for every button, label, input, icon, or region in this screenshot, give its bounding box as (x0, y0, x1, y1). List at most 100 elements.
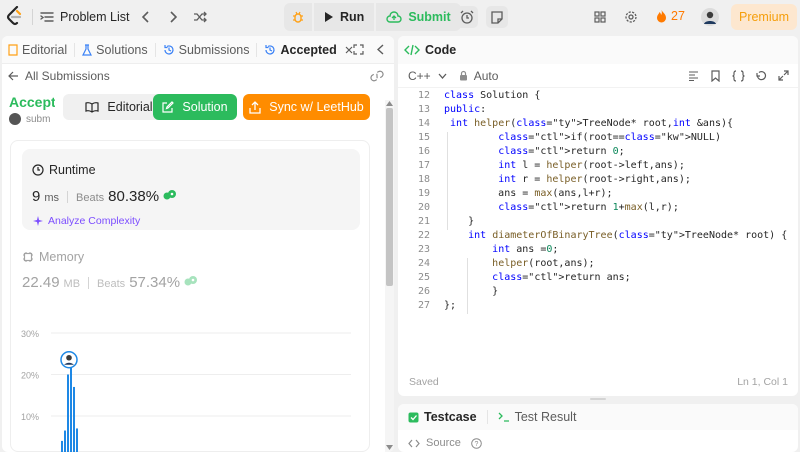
source-toggle[interactable]: Source ? (408, 437, 482, 449)
memory-value: 22.49 MB Beats 57.34% (22, 274, 198, 291)
code-line[interactable]: 24 helper(root,ans); (398, 258, 798, 272)
left-scrollbar[interactable] (385, 100, 394, 452)
code-line[interactable]: 27}; (398, 300, 798, 314)
code-text: int l = helper(root->left,ans); (498, 160, 685, 171)
mode-label[interactable]: Auto (474, 69, 499, 83)
scroll-down-icon[interactable] (386, 445, 393, 450)
line-number: 19 (417, 188, 430, 199)
code-line[interactable]: 17 int l = helper(root->left,ans); (398, 160, 798, 174)
expand-icon[interactable] (778, 70, 789, 81)
debug-button[interactable] (284, 3, 312, 31)
submission-header: Accepted subm Editorial Solution Sync w/… (2, 94, 382, 126)
braces-icon[interactable] (732, 70, 745, 82)
resize-handle[interactable] (590, 398, 606, 400)
code-line[interactable]: 15 class="ctl">if(root==class="kw">NULL) (398, 132, 798, 146)
tab-label: Accepted (280, 42, 337, 57)
book-open-icon (85, 101, 100, 113)
link-icon[interactable] (370, 70, 384, 82)
line-number: 13 (417, 104, 430, 115)
code-tab-label[interactable]: Code (425, 43, 456, 57)
status-accepted: Accepted (9, 94, 55, 110)
collapse-left-icon[interactable] (377, 44, 384, 55)
sync-leethub-button[interactable]: Sync w/ LeetHub (243, 94, 370, 120)
line-number: 26 (417, 286, 430, 297)
runtime-card[interactable]: Runtime 9 ms Beats 80.38% Analyze Comple… (22, 149, 360, 230)
code-line[interactable]: 14 int helper(class="ty">TreeNode* root,… (398, 118, 798, 132)
memory-title[interactable]: Memory (22, 250, 84, 264)
tab-test-result[interactable]: Test Result (498, 410, 576, 424)
format-icon[interactable] (688, 71, 699, 81)
code-line[interactable]: 26 } (398, 286, 798, 300)
timer-button[interactable] (456, 6, 478, 28)
reset-icon[interactable] (755, 70, 767, 82)
code-line[interactable]: 20 class="ctl">return 1+max(l,r); (398, 202, 798, 216)
submit-button[interactable]: Submit (376, 3, 460, 31)
tab-submissions[interactable]: Submissions (156, 36, 257, 64)
close-icon[interactable] (345, 46, 353, 54)
code-line[interactable]: 13 public: (398, 104, 798, 118)
back-to-submissions[interactable]: All Submissions (2, 64, 394, 88)
solution-button[interactable]: Solution (153, 94, 237, 120)
next-problem-button[interactable] (166, 9, 180, 25)
top-bar: Problem List Run Submit 27 Premium (0, 0, 800, 34)
line-number: 22 (417, 230, 430, 241)
tab-editorial[interactable]: Editorial (2, 36, 74, 64)
leaf-icon (163, 190, 177, 200)
layout-button[interactable] (592, 9, 608, 25)
tab-accepted[interactable]: Accepted (257, 36, 359, 64)
code-line[interactable]: 22 int diameterOfBinaryTree(class="ty">T… (398, 230, 798, 244)
leetcode-logo[interactable] (6, 6, 24, 26)
streak-counter[interactable]: 27 (656, 9, 685, 23)
run-submit-group: Run Submit (284, 3, 461, 31)
username: subm (26, 113, 51, 125)
code-text: class="ctl">if(root==class="kw">NULL) (498, 132, 721, 143)
profile-avatar[interactable] (700, 7, 720, 27)
code-line[interactable]: 19 ans = max(ans,l+r); (398, 188, 798, 202)
tab-testcase[interactable]: Testcase (408, 410, 477, 424)
divider (32, 9, 33, 25)
line-number: 12 (417, 90, 430, 101)
settings-button[interactable] (623, 9, 639, 25)
clock-icon (32, 164, 44, 176)
run-button[interactable]: Run (314, 3, 374, 31)
bar (61, 440, 63, 452)
code-text: int ans =0; (492, 244, 559, 255)
solution-label: Solution (182, 100, 228, 114)
chevron-down-icon[interactable] (438, 73, 447, 79)
code-line[interactable]: 25 class="ctl">return ans; (398, 272, 798, 286)
line-number: 24 (417, 258, 430, 269)
memory-number: 22.49 (22, 274, 60, 291)
bar (73, 386, 75, 452)
code-line[interactable]: 21 } (398, 216, 798, 230)
cloud-upload-icon (386, 11, 402, 23)
beats-label: Beats (97, 278, 126, 290)
sync-label: Sync w/ LeetHub (269, 100, 364, 114)
scroll-thumb[interactable] (386, 108, 393, 286)
prev-problem-button[interactable] (139, 9, 153, 25)
code-line[interactable]: 18 int r = helper(root->right,ans); (398, 174, 798, 188)
bookmark-icon[interactable] (711, 70, 720, 82)
language-select[interactable]: C++ (408, 69, 431, 83)
scroll-up-icon[interactable] (386, 101, 393, 106)
tab-solutions[interactable]: Solutions (75, 36, 154, 64)
svg-text:?: ? (474, 441, 478, 448)
saved-status: Saved (409, 376, 439, 388)
random-problem-button[interactable] (191, 9, 209, 25)
editorial-label: Editorial (107, 100, 153, 114)
code-line[interactable]: 23 int ans =0; (398, 244, 798, 258)
line-number: 16 (417, 146, 430, 157)
left-tab-bar: Editorial Solutions Submissions Accepted (2, 36, 394, 64)
maximize-icon[interactable] (353, 44, 364, 55)
code-editor[interactable]: 12 class Solution {13 public: 14 int helper… (398, 90, 798, 370)
problem-list-button[interactable]: Problem List (40, 7, 129, 27)
analyze-complexity-link[interactable]: Analyze Complexity (32, 215, 140, 227)
tab-label: Solutions (96, 42, 148, 57)
help-icon[interactable]: ? (471, 437, 482, 449)
notes-button[interactable] (486, 6, 508, 28)
code-line[interactable]: 16 class="ctl">return 0; (398, 146, 798, 160)
test-tab-bar: Testcase Test Result (398, 404, 798, 430)
premium-button[interactable]: Premium (731, 4, 797, 30)
code-line[interactable]: 12 class Solution { (398, 90, 798, 104)
bug-icon (293, 11, 303, 23)
line-number: 20 (417, 202, 430, 213)
